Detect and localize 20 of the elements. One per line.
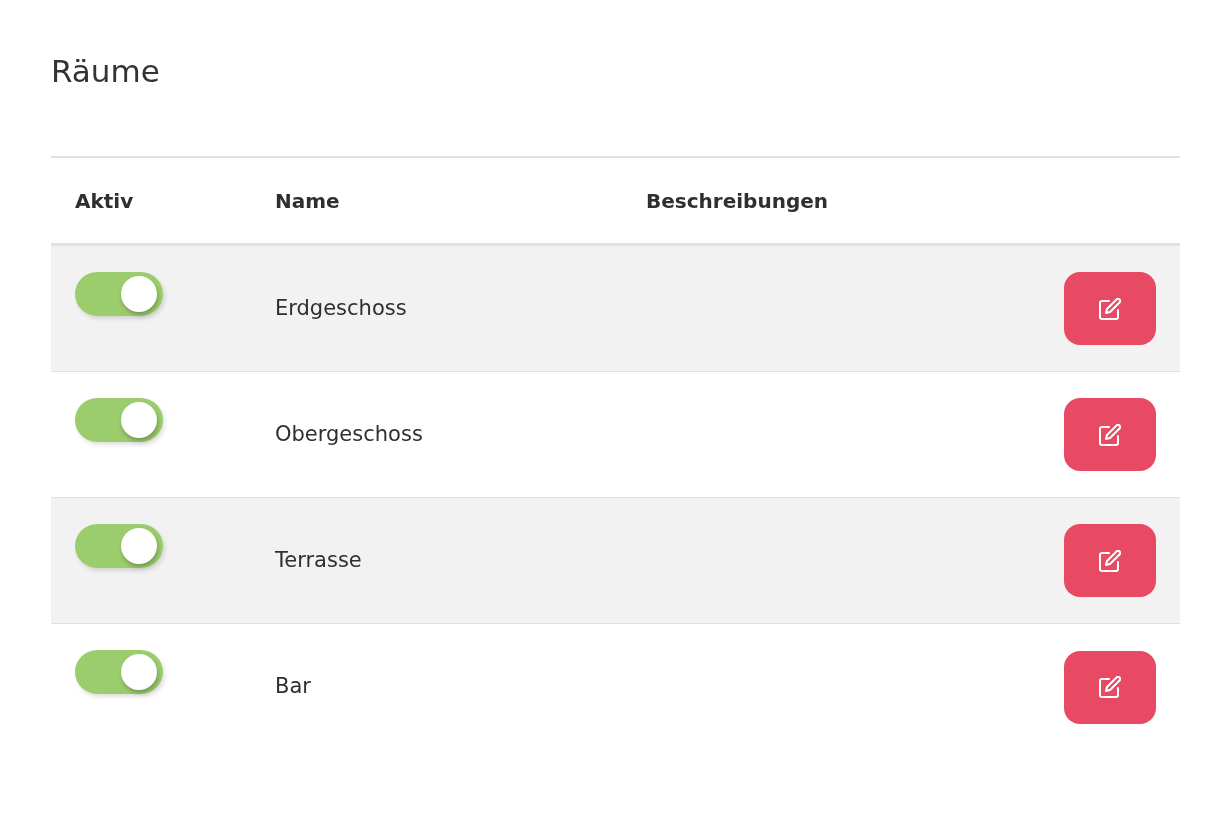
edit-button[interactable]	[1064, 272, 1156, 345]
edit-icon	[1099, 549, 1121, 572]
edit-icon	[1099, 676, 1121, 698]
toggle-switch[interactable]	[75, 524, 163, 568]
edit-button[interactable]	[1064, 524, 1156, 597]
page-title: Räume	[51, 52, 160, 90]
toggle-switch[interactable]	[75, 398, 163, 442]
edit-icon	[1099, 423, 1121, 446]
column-header: Beschreibungen	[646, 188, 828, 213]
edit-button[interactable]	[1064, 650, 1156, 724]
room-name: Terrasse	[275, 547, 362, 572]
toggle-switch[interactable]	[75, 650, 163, 694]
room-name: Obergeschoss	[275, 421, 423, 446]
room-name: Bar	[275, 674, 311, 699]
column-header: Aktiv	[75, 188, 134, 213]
column-header: Name	[275, 188, 340, 213]
edit-button[interactable]	[1064, 398, 1156, 471]
toggle-switch[interactable]	[75, 272, 163, 316]
room-name: Erdgeschoss	[275, 295, 407, 320]
edit-icon	[1099, 297, 1121, 320]
